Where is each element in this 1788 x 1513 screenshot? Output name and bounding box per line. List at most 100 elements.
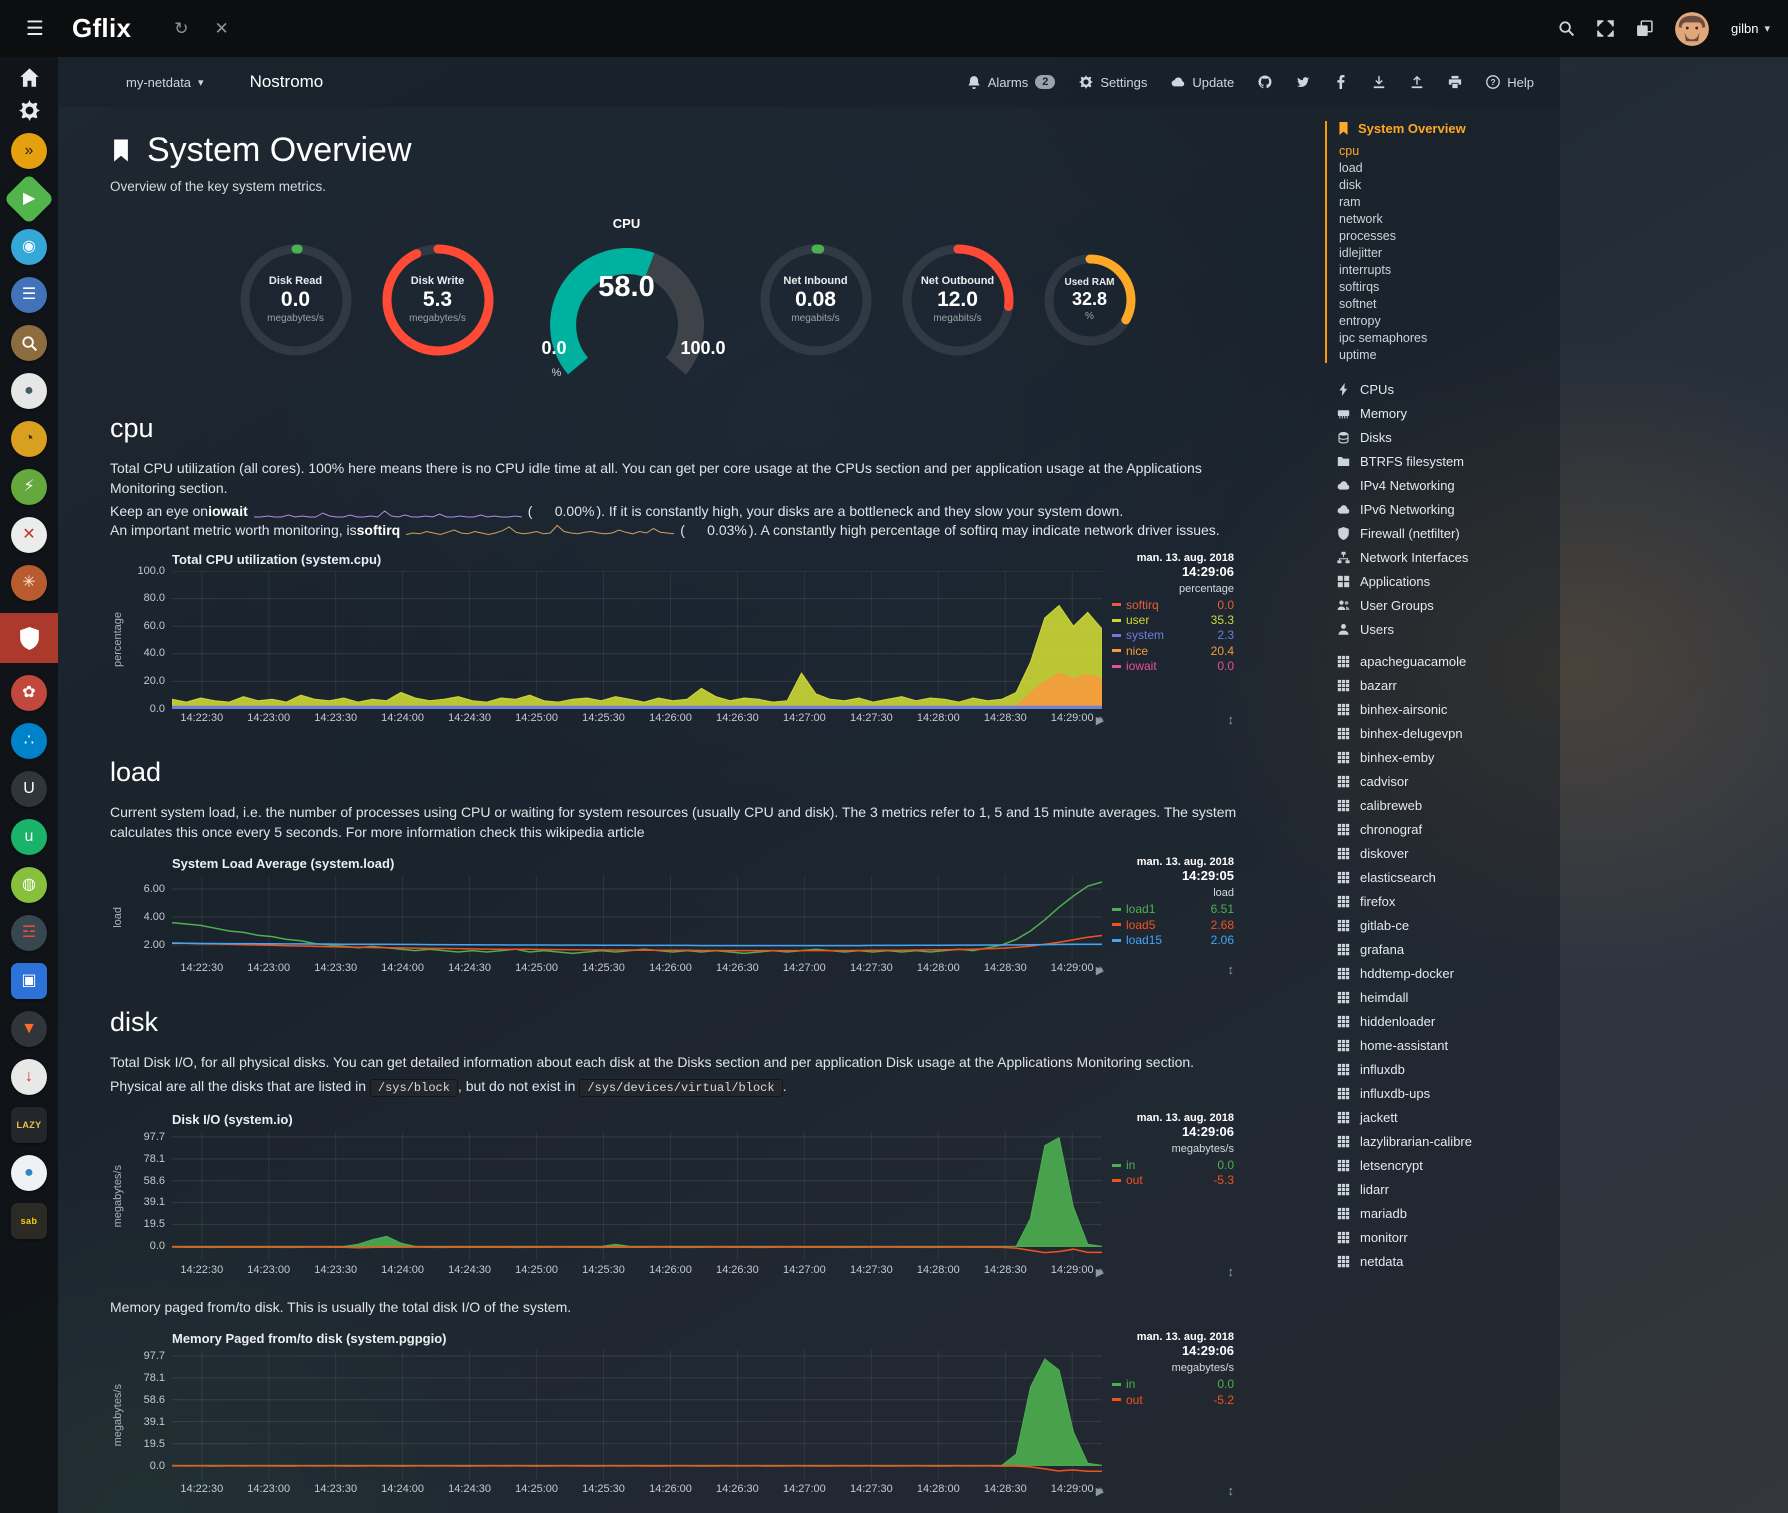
toc-container-item[interactable]: binhex-delugevpn [1325, 721, 1550, 745]
toc-container-item[interactable]: diskover [1325, 841, 1550, 865]
export-button[interactable] [1372, 75, 1386, 89]
toc-container-item[interactable]: heimdall [1325, 985, 1550, 1009]
gear-icon[interactable] [19, 100, 40, 121]
sidebar-app-plex[interactable]: » [0, 133, 58, 169]
toc-section-item[interactable]: Disks [1325, 425, 1550, 449]
toc-container-item[interactable]: lazylibrarian-calibre [1325, 1129, 1550, 1153]
toc-container-item[interactable]: cadvisor [1325, 769, 1550, 793]
sidebar-app-lightning-app[interactable]: ⚡ [0, 469, 58, 505]
toc-container-item[interactable]: apacheguacamole [1325, 649, 1550, 673]
sidebar-app-jackett[interactable] [0, 325, 58, 361]
sidebar-app-green-dot-app[interactable]: ◍ [0, 867, 58, 903]
toc-container-item[interactable]: gitlab-ce [1325, 913, 1550, 937]
sidebar-app-u-green-app[interactable]: u [0, 819, 58, 855]
resize-handle[interactable]: ↕ [1112, 1483, 1234, 1498]
resize-handle[interactable]: ↕ [1112, 1264, 1234, 1279]
sidebar-app-cross-app[interactable]: ✕ [0, 517, 58, 553]
home-icon[interactable] [19, 67, 40, 88]
sidebar-app-gitlab[interactable]: ▼ [0, 1011, 58, 1047]
help-button[interactable]: ? Help [1486, 75, 1534, 90]
toc-container-item[interactable]: calibreweb [1325, 793, 1550, 817]
sidebar-app-meter-app[interactable]: ☲ [0, 915, 58, 951]
toc-container-item[interactable]: bazarr [1325, 673, 1550, 697]
import-button[interactable] [1410, 75, 1424, 89]
sidebar-app-tautulli[interactable]: ◔ [0, 421, 58, 457]
gauge-cpu[interactable]: CPU 58.0 0.0 100.0 % [522, 216, 732, 383]
toc-container-item[interactable]: jackett [1325, 1105, 1550, 1129]
toc-section-item[interactable]: Network Interfaces [1325, 545, 1550, 569]
legend-item[interactable]: in 0.0 [1112, 1377, 1234, 1391]
toc-section-item[interactable]: User Groups [1325, 593, 1550, 617]
sidebar-app-bug-app[interactable]: ✳ [0, 565, 58, 601]
legend-item[interactable]: load15 2.06 [1112, 933, 1234, 947]
chart-plot[interactable] [172, 571, 1102, 709]
sidebar-app-ombi[interactable]: ● [0, 373, 58, 409]
toc-subitem[interactable]: idlejitter [1337, 244, 1550, 261]
toc-section-item[interactable]: Applications [1325, 569, 1550, 593]
sidebar-app-sonarr[interactable]: ◉ [0, 229, 58, 265]
legend-item[interactable]: user 35.3 [1112, 613, 1234, 627]
sidebar-app-u-dark-app[interactable]: U [0, 771, 58, 807]
sidebar-app-nextcloud[interactable]: ∴ [0, 723, 58, 759]
gauge-disk-read[interactable]: Disk Read0.0megabytes/s [238, 242, 354, 358]
user-menu[interactable]: gilbn ▾ [1731, 21, 1770, 36]
toc-container-item[interactable]: elasticsearch [1325, 865, 1550, 889]
toc-section-item[interactable]: IPv6 Networking [1325, 497, 1550, 521]
toc-section-item[interactable]: BTRFS filesystem [1325, 449, 1550, 473]
toc-subitem[interactable]: network [1337, 210, 1550, 227]
toc-container-item[interactable]: firefox [1325, 889, 1550, 913]
chart-plot[interactable] [172, 1131, 1102, 1261]
toc-container-item[interactable]: hiddenloader [1325, 1009, 1550, 1033]
toc-subitem[interactable]: ram [1337, 193, 1550, 210]
hamburger-menu-icon[interactable]: ☰ [18, 14, 52, 43]
softirq-sparkline[interactable] [406, 522, 674, 538]
toc-container-item[interactable]: binhex-airsonic [1325, 697, 1550, 721]
gauge-net-outbound[interactable]: Net Outbound12.0megabits/s [900, 242, 1016, 358]
toc-container-item[interactable]: hddtemp-docker [1325, 961, 1550, 985]
legend-item[interactable]: nice 20.4 [1112, 644, 1234, 658]
toc-subitem[interactable]: entropy [1337, 312, 1550, 329]
toc-subitem[interactable]: ipc semaphores [1337, 329, 1550, 346]
toc-subitem[interactable]: load [1337, 159, 1550, 176]
legend-item[interactable]: out -5.2 [1112, 1393, 1234, 1407]
fullscreen-icon[interactable] [1597, 20, 1614, 37]
toc-item-system-overview[interactable]: System Overview [1337, 121, 1550, 136]
legend-item[interactable]: load5 2.68 [1112, 918, 1234, 932]
toc-section-item[interactable]: IPv4 Networking [1325, 473, 1550, 497]
tab-switcher-icon[interactable] [1636, 20, 1653, 37]
sidebar-app-drop-app[interactable]: ● [0, 1155, 58, 1191]
close-icon[interactable]: ✕ [214, 19, 228, 39]
gauge-net-inbound[interactable]: Net Inbound0.08megabits/s [758, 242, 874, 358]
toc-subitem[interactable]: processes [1337, 227, 1550, 244]
sidebar-app-airsonic[interactable]: ☰ [0, 277, 58, 313]
toc-container-item[interactable]: influxdb [1325, 1057, 1550, 1081]
legend-item[interactable]: in 0.0 [1112, 1158, 1234, 1172]
toc-subitem[interactable]: disk [1337, 176, 1550, 193]
update-button[interactable]: Update [1171, 75, 1234, 90]
resize-handle[interactable]: ↕ [1112, 712, 1234, 727]
toc-subitem[interactable]: cpu [1337, 142, 1550, 159]
toc-container-item[interactable]: home-assistant [1325, 1033, 1550, 1057]
sidebar-app-netdata-shield[interactable] [0, 613, 58, 663]
toc-container-item[interactable]: grafana [1325, 937, 1550, 961]
toc-container-item[interactable]: lidarr [1325, 1177, 1550, 1201]
legend-item[interactable]: iowait 0.0 [1112, 659, 1234, 673]
toc-container-item[interactable]: mariadb [1325, 1201, 1550, 1225]
toc-section-item[interactable]: CPUs [1325, 377, 1550, 401]
settings-button[interactable]: Settings [1079, 75, 1147, 90]
legend-item[interactable]: softirq 0.0 [1112, 598, 1234, 612]
sidebar-app-download-app[interactable]: ↓ [0, 1059, 58, 1095]
avatar[interactable] [1675, 12, 1709, 46]
twitter-button[interactable] [1296, 75, 1310, 89]
iowait-sparkline[interactable] [254, 503, 522, 519]
github-button[interactable] [1258, 75, 1272, 89]
print-button[interactable] [1448, 75, 1462, 89]
toc-container-item[interactable]: letsencrypt [1325, 1153, 1550, 1177]
gauge-used-ram[interactable]: Used RAM32.8% [1042, 252, 1138, 348]
toc-subitem[interactable]: uptime [1337, 346, 1550, 363]
gauge-disk-write[interactable]: Disk Write5.3megabytes/s [380, 242, 496, 358]
toc-subitem[interactable]: softnet [1337, 295, 1550, 312]
toc-subitem[interactable]: softirqs [1337, 278, 1550, 295]
toc-container-item[interactable]: netdata [1325, 1249, 1550, 1273]
toc-section-item[interactable]: Users [1325, 617, 1550, 641]
